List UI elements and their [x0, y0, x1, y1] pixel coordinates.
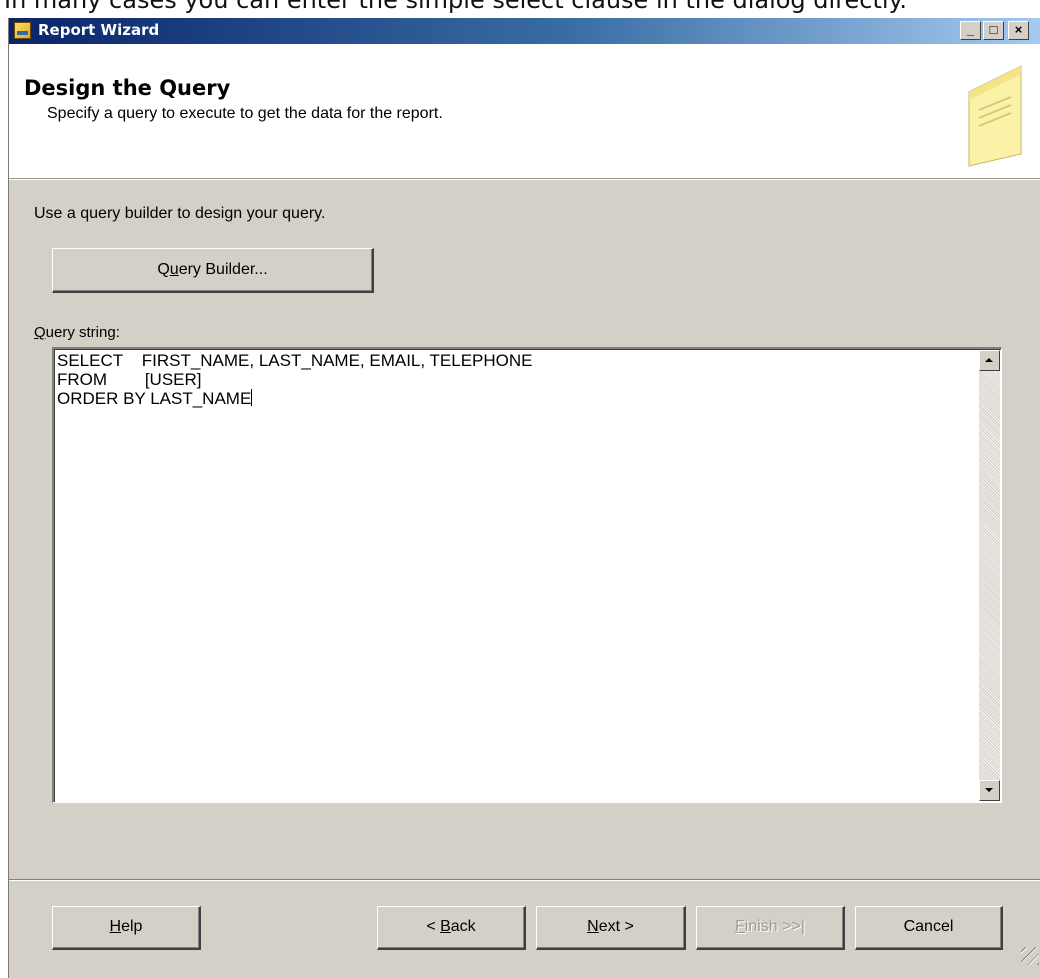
- page-subtitle: Specify a query to execute to get the da…: [47, 105, 443, 122]
- query-string-input[interactable]: SELECT FIRST_NAME, LAST_NAME, EMAIL, TEL…: [52, 347, 1002, 803]
- window-title: Report Wizard: [38, 21, 160, 39]
- next-button[interactable]: Next >: [536, 906, 686, 950]
- back-prefix: <: [426, 918, 441, 935]
- text-caret: [251, 389, 253, 406]
- finish-mnemonic: F: [735, 918, 745, 935]
- back-label: ack: [450, 918, 476, 935]
- report-wizard-dialog: Report Wizard _ □ × Design the Query Spe…: [8, 18, 1040, 978]
- scroll-down-button[interactable]: [979, 780, 1000, 801]
- footer-separator-highlight: [9, 880, 1040, 881]
- query-builder-label-mnemonic: u: [169, 261, 179, 278]
- query-text: SELECT FIRST_NAME, LAST_NAME, EMAIL, TEL…: [57, 351, 533, 408]
- arrow-down-icon: [985, 788, 993, 792]
- help-label: elp: [121, 918, 143, 935]
- next-mnemonic: N: [587, 918, 599, 935]
- query-builder-label-suffix: ery Builder...: [178, 261, 268, 278]
- header-separator: [9, 179, 1040, 180]
- title-bar[interactable]: Report Wizard _ □ ×: [9, 18, 1040, 44]
- report-wizard-app-icon: [14, 22, 31, 39]
- page-title: Design the Query: [24, 76, 231, 100]
- back-button[interactable]: < Back: [377, 906, 526, 950]
- help-button[interactable]: Help: [52, 906, 201, 950]
- wizard-header: Design the Query Specify a query to exec…: [9, 44, 1040, 179]
- query-label-mnemonic: Q: [34, 324, 46, 341]
- background-caption: In many cases you can enter the simple s…: [4, 0, 907, 14]
- cancel-button[interactable]: Cancel: [855, 906, 1003, 950]
- back-mnemonic: B: [440, 918, 451, 935]
- arrow-up-icon: [985, 358, 993, 362]
- minimize-button[interactable]: _: [960, 21, 981, 40]
- notepad-icon: [968, 65, 1022, 167]
- help-mnemonic: H: [109, 918, 122, 935]
- query-label-suffix: uery string:: [45, 324, 120, 341]
- query-builder-label-prefix: Q: [157, 261, 170, 278]
- query-text-content: SELECT FIRST_NAME, LAST_NAME, EMAIL, TEL…: [57, 351, 533, 408]
- next-label: ext >: [598, 918, 634, 935]
- finish-label: inish >>|: [744, 918, 805, 935]
- query-builder-button[interactable]: Query Builder...: [52, 248, 374, 293]
- close-button[interactable]: ×: [1008, 21, 1029, 40]
- finish-button[interactable]: Finish >>|: [696, 906, 845, 950]
- query-string-label: Query string:: [34, 324, 120, 341]
- vertical-scrollbar[interactable]: [979, 350, 1000, 801]
- instruction-text: Use a query builder to design your query…: [34, 205, 326, 222]
- maximize-button[interactable]: □: [983, 21, 1004, 40]
- scroll-up-button[interactable]: [979, 350, 1000, 371]
- resize-grip[interactable]: [1021, 947, 1039, 965]
